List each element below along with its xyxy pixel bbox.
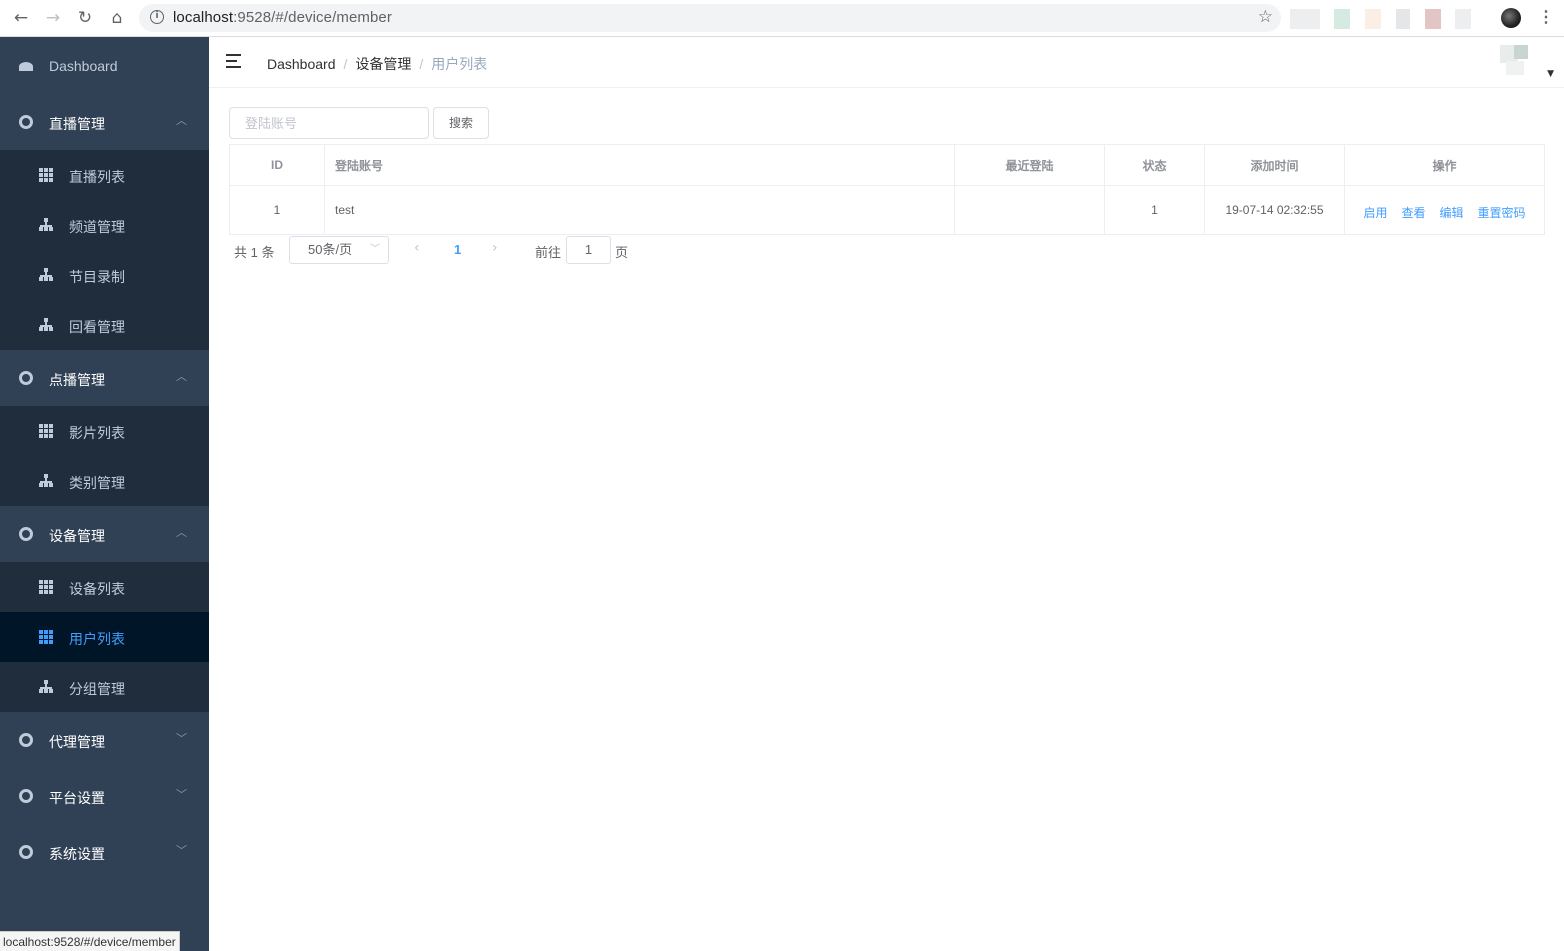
view-link[interactable]: 查看 xyxy=(1401,204,1425,221)
group-icon xyxy=(19,845,33,859)
top-navbar: Dashboard / 设备管理 / 用户列表 ▼ xyxy=(209,37,1564,88)
chevron-down-icon: ﹀ xyxy=(370,244,380,255)
table-header: ID 登陆账号 最近登陆 状态 添加时间 操作 xyxy=(230,145,1544,186)
dashboard-icon xyxy=(19,62,33,71)
table-icon xyxy=(39,630,53,644)
sidebar-item-user-list[interactable]: 用户列表 xyxy=(0,612,209,662)
goto-label: 前往 xyxy=(535,245,562,260)
sidebar-item-group[interactable]: 分组管理 xyxy=(0,662,209,712)
group-icon xyxy=(19,527,33,541)
site-info-icon[interactable]: i xyxy=(150,10,164,24)
breadcrumb-item[interactable]: Dashboard xyxy=(267,56,336,72)
sidebar-item-movie-list[interactable]: 影片列表 xyxy=(0,406,209,456)
sidebar-group-live[interactable]: 直播管理 ︿ xyxy=(0,94,209,150)
more-menu-icon[interactable]: ⋮ xyxy=(1538,6,1554,30)
sidebar-item-channel[interactable]: 频道管理 xyxy=(0,200,209,250)
sidebar-group-agent[interactable]: 代理管理 ﹀ xyxy=(0,712,209,768)
page-size-select[interactable]: 50条/页 ﹀ xyxy=(289,236,389,264)
search-button[interactable]: 搜索 xyxy=(433,107,489,139)
enable-link[interactable]: 启用 xyxy=(1363,204,1387,221)
page-unit-label: 页 xyxy=(615,245,629,260)
sidebar-group-system[interactable]: 系统设置 ﹀ xyxy=(0,824,209,880)
table-icon xyxy=(39,168,53,182)
group-icon xyxy=(19,115,33,129)
breadcrumb-item[interactable]: 设备管理 xyxy=(355,56,411,72)
column-header: 登陆账号 xyxy=(325,145,955,185)
sidebar: Dashboard 直播管理 ︿ 直播列表 频道管理 节目录制 回看管理 点播管… xyxy=(0,37,209,951)
breadcrumb-current: 用户列表 xyxy=(431,56,488,72)
extension-icon[interactable] xyxy=(1425,9,1441,29)
sidebar-item-playback[interactable]: 回看管理 xyxy=(0,300,209,350)
bookmark-star-icon[interactable]: ☆ xyxy=(1258,7,1273,27)
caret-down-icon[interactable]: ▼ xyxy=(1547,69,1554,79)
home-icon[interactable]: ⌂ xyxy=(105,7,129,29)
sidebar-item-device-list[interactable]: 设备列表 xyxy=(0,562,209,612)
extension-icon[interactable] xyxy=(1365,9,1381,29)
chevron-down-icon: ﹀ xyxy=(176,788,187,801)
sidebar-group-vod[interactable]: 点播管理 ︿ xyxy=(0,350,209,406)
prev-page-icon[interactable]: ‹ xyxy=(414,240,420,256)
cell-added-time: 19-07-14 02:32:55 xyxy=(1205,186,1345,234)
sidebar-item-category[interactable]: 类别管理 xyxy=(0,456,209,506)
reset-password-link[interactable]: 重置密码 xyxy=(1478,204,1526,221)
tree-icon xyxy=(39,680,53,694)
breadcrumb: Dashboard / 设备管理 / 用户列表 xyxy=(267,56,488,72)
column-header: 最近登陆 xyxy=(955,145,1105,185)
sidebar-group-device[interactable]: 设备管理 ︿ xyxy=(0,506,209,562)
extension-icon[interactable] xyxy=(1334,9,1350,29)
cell-id: 1 xyxy=(230,186,325,234)
table-icon xyxy=(39,580,53,594)
sidebar-item-recording[interactable]: 节目录制 xyxy=(0,250,209,300)
address-bar[interactable]: i localhost:9528/#/device/member ☆ xyxy=(139,4,1281,32)
cell-account: test xyxy=(325,186,955,234)
tree-icon xyxy=(39,318,53,332)
edit-link[interactable]: 编辑 xyxy=(1440,204,1464,221)
url-text: localhost:9528/#/device/member xyxy=(173,9,392,26)
sidebar-item-live-list[interactable]: 直播列表 xyxy=(0,150,209,200)
tree-icon xyxy=(39,218,53,232)
chevron-down-icon: ﹀ xyxy=(176,844,187,857)
column-header: 添加时间 xyxy=(1205,145,1345,185)
group-icon xyxy=(19,371,33,385)
page-number[interactable]: 1 xyxy=(454,242,461,257)
sidebar-group-platform[interactable]: 平台设置 ﹀ xyxy=(0,768,209,824)
status-bar-url: localhost:9528/#/device/member xyxy=(0,931,180,951)
goto-page-input[interactable]: 1 xyxy=(566,236,611,264)
user-table: ID 登陆账号 最近登陆 状态 添加时间 操作 1 test 1 19-07-1… xyxy=(229,144,1545,235)
reload-icon[interactable]: ↻ xyxy=(73,7,97,29)
submenu-live: 直播列表 频道管理 节目录制 回看管理 xyxy=(0,150,209,350)
cell-status: 1 xyxy=(1105,186,1205,234)
chevron-up-icon: ︿ xyxy=(176,114,187,127)
tree-icon xyxy=(39,268,53,282)
table-icon xyxy=(39,424,53,438)
column-header: 操作 xyxy=(1432,158,1457,173)
user-avatar[interactable] xyxy=(1500,37,1540,77)
cell-actions: 启用 查看 编辑 重置密码 xyxy=(1345,186,1544,234)
submenu-vod: 影片列表 类别管理 xyxy=(0,406,209,506)
column-header: ID xyxy=(230,145,325,185)
tree-icon xyxy=(39,474,53,488)
group-icon xyxy=(19,733,33,747)
sidebar-item-dashboard[interactable]: Dashboard xyxy=(0,38,209,94)
chevron-up-icon: ︿ xyxy=(176,526,187,539)
hamburger-icon[interactable] xyxy=(226,54,243,68)
back-icon[interactable]: ← xyxy=(9,7,33,29)
submenu-device: 设备列表 用户列表 分组管理 xyxy=(0,562,209,712)
total-count: 共 1 条 xyxy=(234,245,275,260)
next-page-icon[interactable]: › xyxy=(492,240,498,256)
forward-icon[interactable]: → xyxy=(41,7,65,29)
profile-avatar[interactable] xyxy=(1501,8,1521,28)
table-row: 1 test 1 19-07-14 02:32:55 启用 查看 编辑 重置密码 xyxy=(230,186,1544,234)
account-search-input[interactable] xyxy=(229,107,429,139)
browser-toolbar: ← → ↻ ⌂ i localhost:9528/#/device/member… xyxy=(0,0,1564,37)
extension-icon[interactable] xyxy=(1290,9,1320,29)
extension-icon[interactable] xyxy=(1455,9,1471,29)
cell-last-login xyxy=(955,186,1105,234)
extension-icon[interactable] xyxy=(1396,9,1410,29)
chevron-down-icon: ﹀ xyxy=(176,732,187,745)
column-header: 状态 xyxy=(1105,145,1205,185)
chevron-up-icon: ︿ xyxy=(176,370,187,383)
group-icon xyxy=(19,789,33,803)
